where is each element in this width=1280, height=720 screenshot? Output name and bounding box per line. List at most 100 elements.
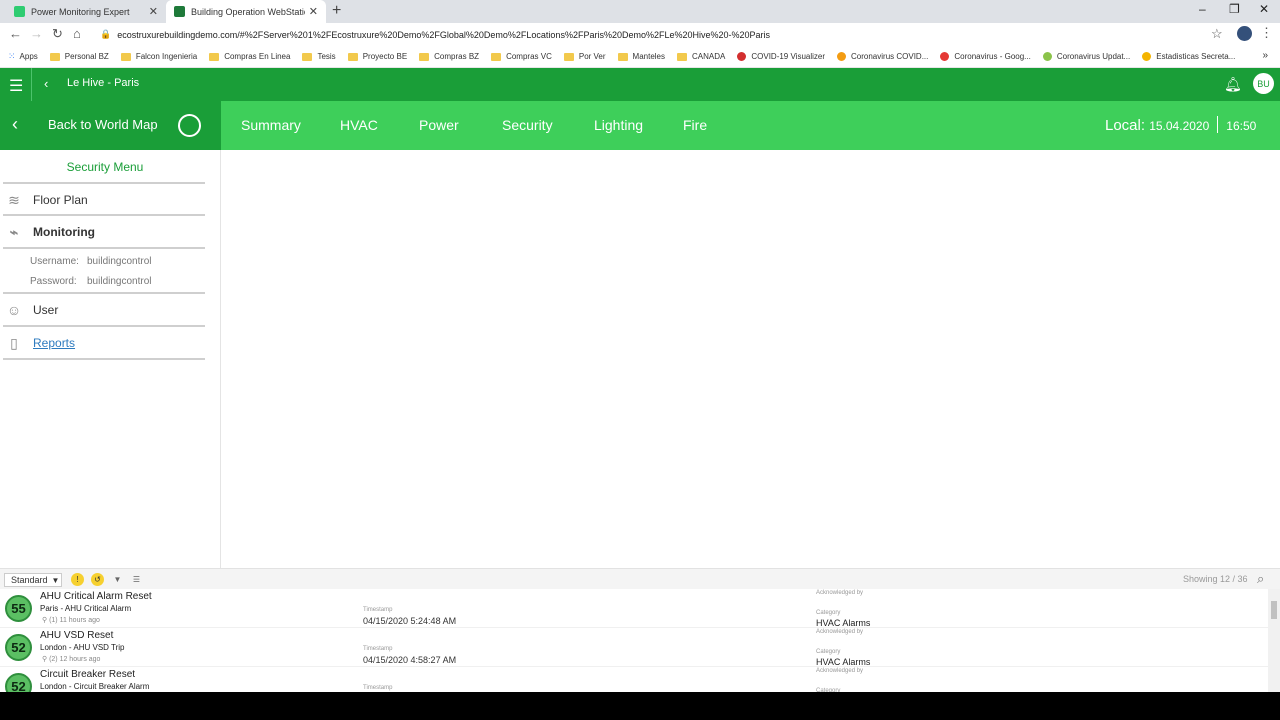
sidebar-item-floor-plan[interactable]: ≋ Floor Plan	[5, 188, 88, 212]
coronavirus-icon	[837, 52, 847, 61]
bookmark-star-icon[interactable]: ☆	[1211, 26, 1223, 42]
alarm-toolbar: Standard ▼ ! ↺ ▼ ☰ Showing 12 / 36 ⌕	[0, 568, 1280, 589]
home-icon[interactable]: ⌂	[73, 26, 81, 41]
bookmark-item[interactable]: Compras BZ	[419, 52, 479, 61]
bookmark-item[interactable]: Tesis	[302, 52, 336, 61]
profile-avatar-icon[interactable]	[1237, 26, 1252, 41]
acknowledge-icon[interactable]: !	[71, 573, 84, 586]
tab-hvac[interactable]: HVAC	[340, 117, 378, 133]
bookmark-item[interactable]: Por Ver	[563, 52, 606, 61]
category-value: HVAC Alarms	[816, 618, 871, 628]
bookmarks-bar: ⁙ Apps Personal BZ Falcon Ingenieria Comp…	[0, 46, 1280, 68]
search-icon[interactable]: ⌕	[1257, 571, 1264, 587]
reset-icon[interactable]: ↺	[91, 573, 104, 586]
bookmark-item[interactable]: Manteles	[617, 52, 665, 61]
hamburger-menu-icon[interactable]: ☰	[9, 76, 23, 96]
filter-icon[interactable]: ▼	[111, 573, 124, 586]
timestamp-label: Timestamp	[363, 607, 393, 613]
lock-icon: 🔒	[100, 29, 112, 39]
tab-fire[interactable]: Fire	[683, 117, 707, 133]
sidebar-item-user[interactable]: ☺ User	[5, 298, 59, 322]
alarm-row[interactable]: 52 AHU VSD Reset London - AHU VSD Trip ⚲…	[0, 628, 1268, 667]
local-date: 15.04.2020	[1149, 119, 1210, 133]
columns-icon[interactable]: ☰	[130, 573, 143, 586]
document-icon: ▯	[10, 334, 18, 351]
bookmark-item[interactable]: Compras VC	[491, 52, 552, 61]
bookmark-item[interactable]: Estadisticas Secreta...	[1142, 52, 1235, 61]
bookmark-item[interactable]: Coronavirus COVID...	[837, 52, 928, 61]
globe-icon	[178, 114, 201, 137]
timestamp-label: Timestamp	[363, 685, 393, 691]
folder-icon	[563, 52, 574, 61]
alarm-view-select[interactable]: Standard ▼	[4, 573, 62, 587]
browser-tab-power-monitoring[interactable]: Power Monitoring Expert ✕	[6, 0, 166, 23]
tab-power[interactable]: Power	[419, 117, 459, 133]
bookmark-item[interactable]: Personal BZ	[49, 52, 109, 61]
bookmark-item[interactable]: Coronavirus Updat...	[1042, 52, 1130, 61]
app-header: ☰ ‹ Le Hive - Paris 🔔︎ BU	[0, 68, 1280, 101]
sidebar-item-reports[interactable]: ▯ Reports	[5, 331, 75, 355]
close-tab-icon[interactable]: ✕	[149, 5, 158, 18]
alarm-row[interactable]: 55 AHU Critical Alarm Reset Paris - AHU …	[0, 589, 1268, 628]
bookmark-apps[interactable]: ⁙ Apps	[8, 51, 38, 62]
tab-summary[interactable]: Summary	[241, 117, 301, 133]
sidebar-item-monitoring[interactable]: ⌁ Monitoring	[5, 220, 95, 244]
layers-icon: ≋	[8, 191, 20, 208]
divider	[3, 292, 205, 294]
acknowledged-label: Acknowledged by	[816, 590, 864, 596]
alarm-row[interactable]: 52 Circuit Breaker Reset London - Circui…	[0, 667, 1268, 692]
sidebar-item-label: Reports	[33, 336, 76, 350]
bell-icon[interactable]: 🔔︎	[1224, 76, 1242, 93]
alarm-scrollbar[interactable]	[1268, 589, 1280, 692]
folder-icon	[419, 52, 430, 61]
more-bookmarks-icon[interactable]: »	[1262, 50, 1268, 61]
browser-menu-icon[interactable]: ⋮	[1260, 25, 1273, 41]
new-tab-icon[interactable]: +	[332, 2, 341, 20]
minimize-icon[interactable]: –	[1199, 2, 1206, 16]
url-text: ecostruxurebuildingdemo.com/#%2FServer%2…	[117, 29, 771, 40]
folder-icon	[209, 52, 220, 61]
bookmark-item[interactable]: Proyecto BE	[347, 52, 407, 61]
alarm-title: AHU Critical Alarm Reset	[40, 591, 152, 602]
bookmark-item[interactable]: Compras En Linea	[209, 52, 290, 61]
address-toolbar: ← → ↻ ⌂ 🔒 ecostruxurebuildingdemo.com/#%…	[0, 23, 1280, 46]
alarm-meta: ⚲ (1) 11 hours ago	[42, 617, 100, 624]
back-arrow-icon[interactable]: ←	[9, 26, 22, 41]
category-value: HVAC Alarms	[816, 657, 871, 667]
alarm-source: Paris - AHU Critical Alarm	[40, 604, 132, 613]
password-value: buildingcontrol	[87, 276, 152, 287]
reload-icon[interactable]: ↻	[52, 26, 63, 42]
tab-security[interactable]: Security	[502, 117, 553, 133]
alarm-source: London - AHU VSD Trip	[40, 643, 125, 652]
back-chevron-icon[interactable]: ‹	[44, 76, 48, 91]
folder-icon	[491, 52, 502, 61]
domain-nav: ‹ Back to World Map Summary HVAC Power S…	[0, 101, 1280, 150]
restore-icon[interactable]: ❐	[1229, 2, 1240, 16]
tab-lighting[interactable]: Lighting	[594, 117, 643, 133]
category-label: Category	[816, 649, 841, 655]
url-bar[interactable]: 🔒 ecostruxurebuildingdemo.com/#%2FServer…	[96, 25, 1226, 44]
divider	[3, 182, 205, 184]
folder-icon	[302, 52, 313, 61]
tab-favicon-icon	[174, 6, 185, 17]
bookmark-item[interactable]: COVID-19 Visualizer	[737, 52, 825, 61]
folder-icon	[347, 52, 358, 61]
map-pin-icon	[940, 52, 950, 61]
bookmark-item[interactable]: CANADA	[677, 52, 725, 61]
bookmark-item[interactable]: Falcon Ingenieria	[120, 52, 197, 61]
user-avatar[interactable]: BU	[1253, 73, 1274, 94]
bookmark-item[interactable]: Coronavirus - Goog...	[940, 52, 1031, 61]
forward-arrow-icon[interactable]: →	[30, 26, 43, 41]
browser-tab-webstation[interactable]: Building Operation WebStation ✕	[166, 0, 326, 23]
stats-icon	[1142, 52, 1152, 61]
scroll-thumb[interactable]	[1271, 601, 1277, 619]
alarm-source: London - Circuit Breaker Alarm	[40, 682, 150, 691]
back-to-world-map-button[interactable]: ‹ Back to World Map	[0, 101, 221, 150]
header-divider	[31, 68, 32, 101]
user-head-icon: ☺	[6, 302, 22, 318]
tab-favicon-icon	[14, 6, 25, 17]
password-label: Password:	[30, 276, 77, 287]
chevron-down-icon: ▼	[51, 575, 60, 585]
close-tab-icon[interactable]: ✕	[309, 5, 318, 18]
close-window-icon[interactable]: ✕	[1259, 2, 1269, 16]
